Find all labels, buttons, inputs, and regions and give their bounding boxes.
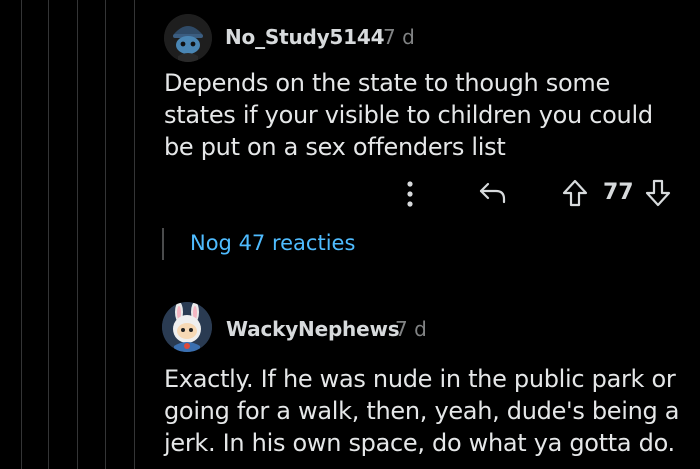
reply-branch-line	[162, 228, 164, 260]
comment-body-line: going for a walk, then, yeah, dude's bei…	[164, 397, 680, 425]
comment-username[interactable]: WackyNephews	[226, 317, 400, 341]
upvote-arrow-icon[interactable]	[562, 179, 588, 207]
thread-line-1	[21, 0, 22, 469]
comment-body-line: be put on a sex offenders list	[164, 133, 506, 161]
vertical-dots-icon[interactable]	[404, 180, 416, 208]
reply-arrow-icon[interactable]	[478, 181, 508, 205]
downvote-arrow-icon[interactable]	[645, 179, 671, 207]
avatar[interactable]	[162, 302, 212, 352]
comment-body-line: jerk. In his own space, do what ya gotta…	[164, 429, 675, 457]
snoo-avatar-icon	[164, 14, 212, 62]
thread-line-2	[48, 0, 49, 469]
snoo-avatar-icon	[162, 302, 212, 352]
thread-line-3	[77, 0, 78, 469]
comment-username[interactable]: No_Study5144	[225, 25, 385, 49]
thread-line-5	[134, 0, 135, 469]
avatar[interactable]	[164, 14, 212, 62]
more-replies-link[interactable]: Nog 47 reacties	[190, 231, 355, 255]
vote-score: 77	[603, 180, 634, 205]
comment-age: 7 d	[383, 25, 415, 49]
comment-age: 7 d	[395, 317, 427, 341]
comment-body-line: states if your visible to children you c…	[164, 101, 653, 129]
thread-line-4	[105, 0, 106, 469]
comment-body-line: Exactly. If he was nude in the public pa…	[164, 365, 676, 393]
comment-body-line: Depends on the state to though some	[164, 69, 610, 97]
